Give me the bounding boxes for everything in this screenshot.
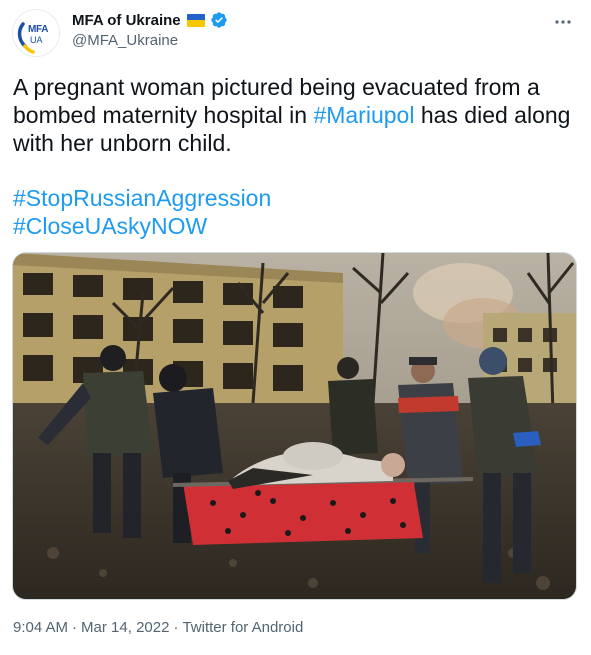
avatar[interactable]: MFA UA bbox=[12, 9, 60, 57]
ukraine-flag-icon bbox=[186, 13, 205, 27]
tweet-date[interactable]: Mar 14, 2022 bbox=[81, 619, 169, 636]
author-display-name[interactable]: MFA of Ukraine bbox=[72, 12, 181, 29]
photo-evacuation-scene bbox=[13, 253, 576, 599]
hashtag-link-mariupol[interactable]: #Mariupol bbox=[313, 102, 414, 128]
meta-separator: · bbox=[72, 619, 78, 636]
author-name-row: MFA of Ukraine bbox=[72, 11, 228, 29]
tweet-text: A pregnant woman pictured being evacuate… bbox=[13, 73, 583, 157]
tweet-time[interactable]: 9:04 AM bbox=[13, 619, 68, 636]
hashtag-link[interactable]: #StopRussianAggression bbox=[13, 184, 271, 212]
hashtag-link[interactable]: #CloseUAskyNOW bbox=[13, 212, 271, 240]
tweet-source[interactable]: Twitter for Android bbox=[182, 619, 303, 636]
more-options-icon[interactable] bbox=[553, 12, 573, 32]
avatar-logo-text: MFA bbox=[28, 24, 49, 35]
meta-separator: · bbox=[173, 619, 179, 636]
tweet-photo[interactable] bbox=[12, 252, 577, 600]
tweet: MFA UA MFA of Ukraine @MFA_Ukraine A pre… bbox=[0, 0, 591, 655]
hashtag-list: #StopRussianAggression #CloseUAskyNOW bbox=[13, 184, 271, 240]
avatar-logo-subtext: UA bbox=[30, 35, 43, 45]
tweet-metadata: 9:04 AM · Mar 14, 2022 · Twitter for Android bbox=[13, 619, 303, 636]
author-handle[interactable]: @MFA_Ukraine bbox=[72, 32, 178, 49]
verified-badge-icon bbox=[210, 12, 227, 28]
